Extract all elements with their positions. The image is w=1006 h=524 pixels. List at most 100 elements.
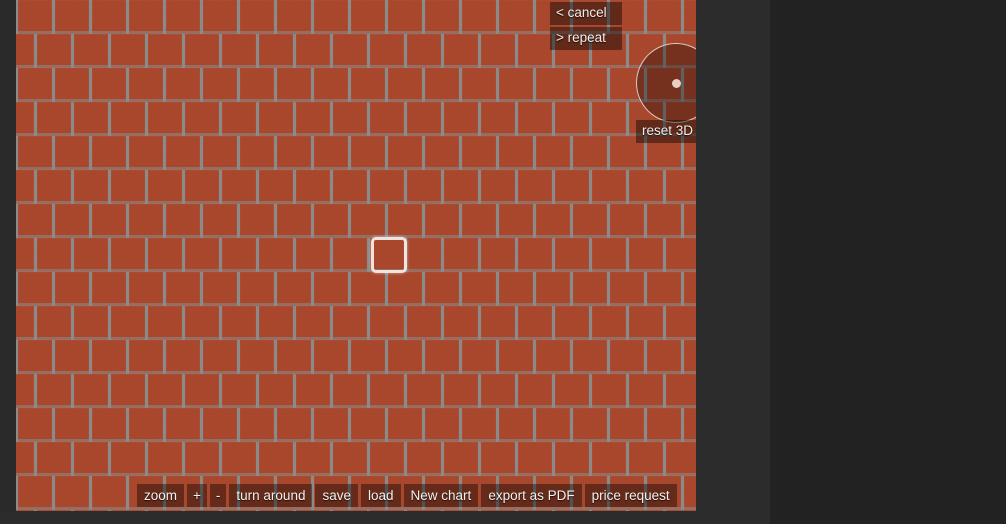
slab[interactable] [184, 238, 219, 272]
slab[interactable] [221, 34, 256, 68]
design-viewport[interactable]: < cancel > repeat reset 3D zoom + - turn… [0, 0, 770, 524]
slab[interactable] [591, 374, 626, 408]
slab[interactable] [295, 34, 330, 68]
slab[interactable] [683, 476, 696, 510]
slab[interactable] [443, 306, 478, 340]
zoom-out-button[interactable]: - [209, 484, 227, 507]
slab[interactable] [332, 170, 367, 204]
slab[interactable] [424, 68, 459, 102]
slab[interactable] [36, 170, 71, 204]
slab[interactable] [54, 136, 89, 170]
slab[interactable] [73, 170, 108, 204]
slab[interactable] [572, 340, 607, 374]
slab[interactable] [239, 272, 274, 306]
slab[interactable] [165, 204, 200, 238]
slab[interactable] [461, 340, 496, 374]
slab[interactable] [110, 34, 145, 68]
slab[interactable] [554, 170, 589, 204]
slab[interactable] [517, 374, 552, 408]
slab[interactable] [554, 374, 589, 408]
slab[interactable] [498, 272, 533, 306]
new-chart-button[interactable]: New chart [403, 484, 479, 507]
slab[interactable] [628, 170, 663, 204]
slab[interactable] [295, 238, 330, 272]
slab[interactable] [221, 306, 256, 340]
slab[interactable] [258, 238, 293, 272]
slab[interactable] [184, 102, 219, 136]
slab[interactable] [461, 272, 496, 306]
slab[interactable] [535, 408, 570, 442]
slab[interactable] [165, 272, 200, 306]
slab[interactable] [683, 0, 696, 34]
slab[interactable] [202, 204, 237, 238]
slab[interactable] [202, 272, 237, 306]
slab[interactable] [16, 102, 34, 136]
slab[interactable] [73, 238, 108, 272]
slab[interactable] [110, 306, 145, 340]
slab[interactable] [369, 374, 404, 408]
slab[interactable] [480, 306, 515, 340]
slab[interactable] [54, 476, 89, 510]
slab[interactable] [406, 442, 441, 476]
slab[interactable] [258, 170, 293, 204]
slab[interactable] [665, 374, 696, 408]
slab[interactable] [461, 136, 496, 170]
slab[interactable] [128, 0, 163, 34]
slab[interactable] [387, 408, 422, 442]
slab[interactable] [258, 34, 293, 68]
slab[interactable] [36, 510, 71, 511]
slab[interactable] [591, 102, 626, 136]
slab[interactable] [369, 102, 404, 136]
slab[interactable] [369, 306, 404, 340]
slab[interactable] [184, 306, 219, 340]
slab[interactable] [517, 34, 552, 68]
slab[interactable] [387, 68, 422, 102]
slab[interactable] [517, 170, 552, 204]
slab[interactable] [387, 204, 422, 238]
slab[interactable] [17, 272, 52, 306]
slab[interactable] [276, 0, 311, 34]
slab[interactable] [165, 0, 200, 34]
slab[interactable] [147, 510, 182, 511]
slab[interactable] [202, 408, 237, 442]
slab[interactable] [184, 170, 219, 204]
slab[interactable] [350, 408, 385, 442]
slab[interactable] [665, 170, 696, 204]
slab[interactable] [17, 136, 52, 170]
slab[interactable] [443, 238, 478, 272]
slab[interactable] [128, 136, 163, 170]
slab[interactable] [424, 408, 459, 442]
slab[interactable] [387, 0, 422, 34]
slab[interactable] [258, 442, 293, 476]
slab[interactable] [461, 0, 496, 34]
slab[interactable] [424, 0, 459, 34]
slab-area[interactable] [16, 0, 696, 511]
slab[interactable] [239, 408, 274, 442]
slab[interactable] [147, 374, 182, 408]
zoom-button[interactable]: zoom [137, 484, 185, 507]
slab[interactable] [313, 272, 348, 306]
slab[interactable] [54, 0, 89, 34]
slab[interactable] [554, 306, 589, 340]
slab[interactable] [591, 306, 626, 340]
slab[interactable] [406, 306, 441, 340]
slab[interactable] [350, 68, 385, 102]
slab[interactable] [110, 442, 145, 476]
slab[interactable] [16, 510, 34, 511]
slab[interactable] [295, 374, 330, 408]
slab[interactable] [665, 510, 696, 511]
export-as-pdf-button[interactable]: export as PDF [481, 484, 582, 507]
slab[interactable] [16, 374, 34, 408]
slab[interactable] [332, 306, 367, 340]
slab[interactable] [17, 0, 52, 34]
slab[interactable] [554, 102, 589, 136]
slab[interactable] [609, 340, 644, 374]
slab[interactable] [202, 340, 237, 374]
slab[interactable] [517, 442, 552, 476]
slab[interactable] [17, 408, 52, 442]
slab[interactable] [480, 510, 515, 511]
slab[interactable] [17, 68, 52, 102]
slab[interactable] [147, 34, 182, 68]
slab[interactable] [202, 68, 237, 102]
slab[interactable] [572, 408, 607, 442]
